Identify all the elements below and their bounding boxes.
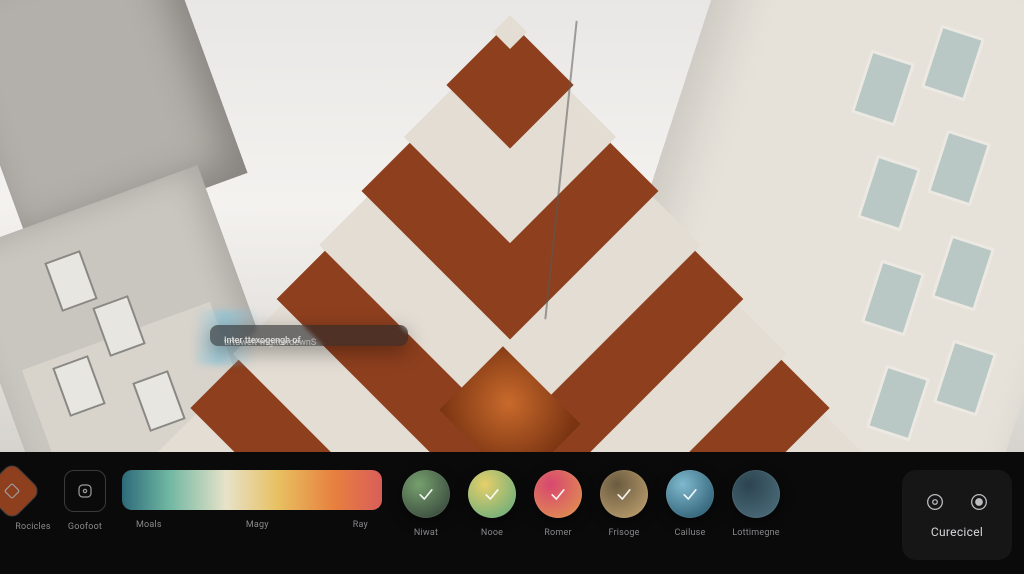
preset-swatch[interactable] [468,470,516,518]
crop-icon [0,461,42,520]
tool-label: Goofoot [68,522,102,532]
check-icon [416,484,436,504]
check-icon [482,484,502,504]
color-gradient-slider[interactable]: Moals Magy Ray [122,470,382,530]
app-root: Inter ttexogengh of tirtawelt wigittorde… [0,0,1024,574]
tooltip-line2: tirtawelt wigittordewnS [224,337,316,349]
preset-row: Niwat Nooe Romer Frisoge Cailuse Lottimegne [402,470,780,538]
action-label: Curecicel [931,525,983,539]
center-tower [260,0,760,452]
preset-label: Romer [544,528,571,538]
preset-2[interactable]: Romer [534,470,582,538]
preset-label: Niwat [414,528,438,538]
gradient-label-left: Moals [136,520,162,530]
preset-swatch[interactable] [402,470,450,518]
target-icon [924,491,946,513]
preset-1[interactable]: Nooe [468,470,516,538]
tool-crop[interactable]: Rocicles [12,470,54,532]
preset-4[interactable]: Cailuse [666,470,714,538]
preset-3[interactable]: Frisoge [600,470,648,538]
preset-label: Frisoge [608,528,639,538]
check-icon [680,484,700,504]
tool-adjust[interactable]: Goofoot [64,470,106,532]
hint-tooltip: Inter ttexogengh of tirtawelt wigittorde… [210,325,408,346]
check-icon [548,484,568,504]
preset-swatch[interactable] [666,470,714,518]
action-card[interactable]: Curecicel [902,470,1012,560]
gradient-label-mid: Magy [246,520,269,530]
check-icon [614,484,634,504]
adjust-icon [64,470,106,512]
preset-label: Nooe [481,528,503,538]
preset-swatch[interactable] [732,470,780,518]
bottom-toolbar: Rocicles Goofoot Moals Magy Ray Niwat Noo… [0,452,1024,574]
preset-5[interactable]: Lottimegne [732,470,780,538]
preset-label: Lottimegne [732,528,780,538]
preset-label: Cailuse [675,528,706,538]
preset-swatch[interactable] [534,470,582,518]
gradient-label-right: Ray [353,520,368,530]
preset-0[interactable]: Niwat [402,470,450,538]
record-icon [968,491,990,513]
gradient-track[interactable] [122,470,382,510]
tool-label: Rocicles [15,522,51,532]
preset-swatch[interactable] [600,470,648,518]
photo-canvas[interactable]: Inter ttexogengh of tirtawelt wigittorde… [0,0,1024,452]
